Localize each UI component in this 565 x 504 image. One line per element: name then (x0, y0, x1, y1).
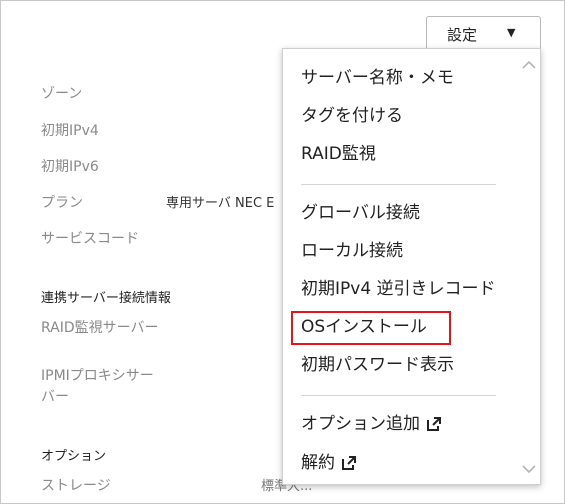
detail-label-ipv6: 初期IPv6 (41, 159, 99, 175)
detail-label-plan: プラン (41, 195, 83, 211)
linked-server-section-title: 連携サーバー接続情報 (41, 291, 171, 306)
menu-item-cancel-contract-label: 解約 (301, 453, 335, 473)
menu-item-add-option-label: オプション追加 (301, 414, 420, 434)
menu-item-initial-password[interactable]: 初期パスワード表示 (301, 354, 454, 376)
settings-button-label: 設定 (447, 26, 478, 44)
ipmi-proxy-label-line2: バー (41, 389, 69, 405)
scroll-down-icon[interactable] (521, 461, 537, 475)
settings-dropdown-menu: サーバー名称・メモ タグを付ける RAID監視 グローバル接続 ローカル接続 初… (282, 48, 541, 485)
menu-item-global-connection[interactable]: グローバル接続 (301, 202, 420, 224)
external-link-icon (426, 416, 442, 438)
raid-monitor-server-label: RAID監視サーバー (41, 320, 159, 336)
menu-item-ipv4-reverse-record[interactable]: 初期IPv4 逆引きレコード (301, 278, 496, 300)
detail-label-zone: ゾーン (41, 86, 83, 102)
menu-item-cancel-contract[interactable]: 解約 (301, 452, 357, 477)
menu-item-os-install[interactable]: OSインストール (301, 316, 427, 338)
storage-label: ストレージ (41, 478, 111, 494)
menu-item-local-connection[interactable]: ローカル接続 (301, 240, 403, 262)
menu-item-raid-monitor[interactable]: RAID監視 (301, 143, 376, 165)
app-frame: 設定 ▼ ゾーン 初期IPv4 初期IPv6 プラン 専用サーバ NEC E サ… (0, 0, 565, 504)
external-link-icon (341, 455, 357, 477)
detail-label-service-code: サービスコード (41, 231, 139, 247)
menu-separator (301, 184, 496, 185)
menu-scrollbar[interactable] (517, 49, 540, 484)
menu-item-add-option[interactable]: オプション追加 (301, 413, 442, 438)
options-section-title: オプション (41, 449, 107, 464)
menu-item-add-tag[interactable]: タグを付ける (301, 105, 403, 127)
scroll-up-icon[interactable] (521, 57, 537, 71)
chevron-down-icon: ▼ (507, 26, 516, 39)
menu-separator (301, 395, 496, 396)
settings-dropdown-button[interactable]: 設定 ▼ (426, 16, 541, 50)
plan-value: 専用サーバ NEC E (166, 196, 275, 211)
ipmi-proxy-label-line1: IPMIプロキシサー (41, 368, 154, 384)
detail-label-ipv4: 初期IPv4 (41, 123, 99, 139)
menu-item-server-name-memo[interactable]: サーバー名称・メモ (301, 67, 454, 89)
